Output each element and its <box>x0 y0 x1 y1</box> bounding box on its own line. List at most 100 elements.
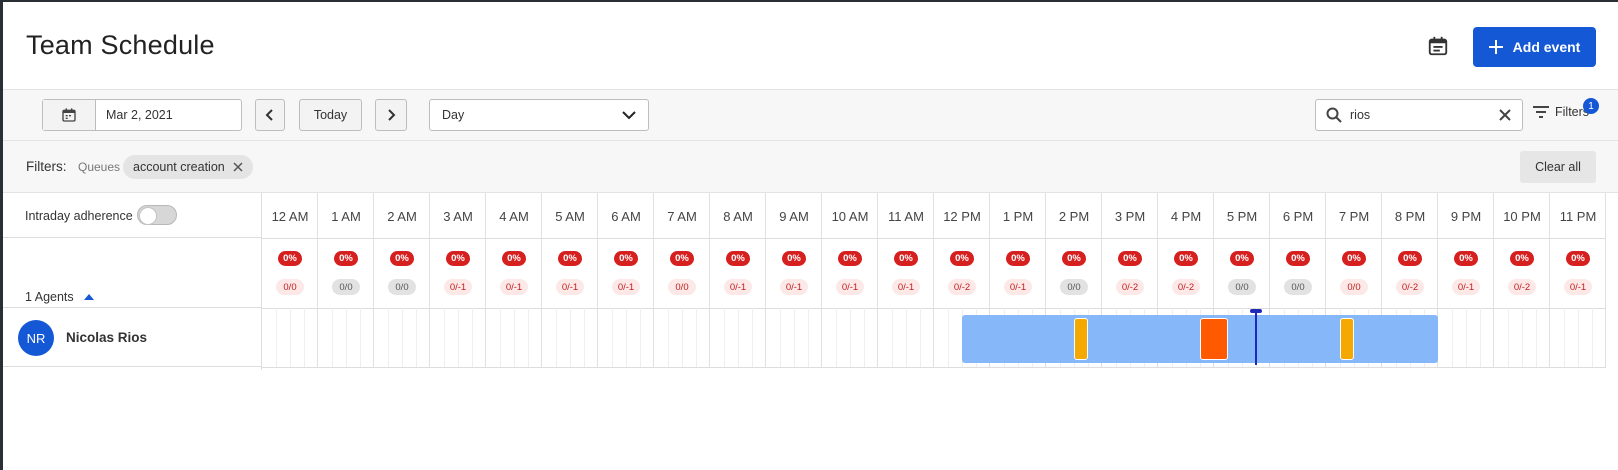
break-block[interactable] <box>1074 318 1088 360</box>
quarter-hour-gridline <box>1466 308 1467 367</box>
hour-label: 2 AM <box>387 209 417 224</box>
staffing-ratio-badge: 0/-1 <box>780 279 808 295</box>
quarter-hour-gridline <box>402 308 403 367</box>
staffing-ratio-badge: 0/-2 <box>1116 279 1144 295</box>
quarter-hour-gridline <box>458 308 459 367</box>
staffing-ratio-badge: 0/-1 <box>1564 279 1592 295</box>
remove-filter-icon[interactable] <box>233 162 243 172</box>
service-level-badge: 0% <box>1174 251 1198 266</box>
service-level-badge: 0% <box>334 251 358 266</box>
staffing-ratio-badge: 0/0 <box>332 279 360 295</box>
search-icon <box>1326 107 1342 123</box>
date-picker[interactable]: Mar 2, 2021 <box>42 99 242 131</box>
hour-label: 1 AM <box>331 209 361 224</box>
quarter-hour-gridline <box>738 308 739 367</box>
filter-chip-label: account creation <box>133 160 225 174</box>
hour-label: 7 AM <box>667 209 697 224</box>
search-input[interactable] <box>1350 108 1480 122</box>
hour-label: 10 PM <box>1503 209 1541 224</box>
previous-day-button[interactable] <box>255 99 285 131</box>
service-level-badge: 0% <box>1454 251 1478 266</box>
service-level-badge: 0% <box>894 251 918 266</box>
staffing-ratio-badge: 0/-2 <box>1172 279 1200 295</box>
service-level-badge: 0% <box>1062 251 1086 266</box>
date-value[interactable]: Mar 2, 2021 <box>96 100 173 130</box>
hour-column: 4 AM 0% 0/-1 <box>486 193 542 367</box>
date-picker-button[interactable] <box>43 100 96 130</box>
hour-column: 10 AM 0% 0/-1 <box>822 193 878 367</box>
view-select[interactable]: Day <box>429 99 649 131</box>
chevron-right-icon <box>388 109 396 121</box>
staffing-ratio-badge: 0/0 <box>1340 279 1368 295</box>
quarter-hour-gridline <box>416 308 417 367</box>
service-level-badge: 0% <box>1006 251 1030 266</box>
adherence-toggle[interactable] <box>137 205 177 225</box>
staffing-ratio-badge: 0/0 <box>276 279 304 295</box>
active-filters-bar: Filters: Queues account creation Clear a… <box>3 141 1618 193</box>
quarter-hour-gridline <box>1536 308 1537 367</box>
hour-label: 3 PM <box>1114 209 1146 224</box>
clear-all-button[interactable]: Clear all <box>1520 151 1596 183</box>
agents-sort-button[interactable]: 1 Agents <box>25 290 94 304</box>
toolbar: Mar 2, 2021 Today Day Filters 1 <box>3 90 1618 141</box>
filter-chip: account creation <box>123 155 253 179</box>
staffing-ratio-badge: 0/-1 <box>556 279 584 295</box>
quarter-hour-gridline <box>290 308 291 367</box>
service-level-badge: 0% <box>558 251 582 266</box>
sort-up-icon <box>83 294 94 300</box>
adherence-row: Intraday adherence <box>3 193 262 238</box>
quarter-hour-gridline <box>682 308 683 367</box>
agent-name[interactable]: Nicolas Rios <box>66 330 147 345</box>
agent-row[interactable]: NR Nicolas Rios <box>3 308 262 367</box>
service-level-badge: 0% <box>390 251 414 266</box>
quarter-hour-gridline <box>528 308 529 367</box>
service-level-badge: 0% <box>1342 251 1366 266</box>
staffing-ratio-badge: 0/0 <box>388 279 416 295</box>
hour-label: 11 PM <box>1559 209 1597 224</box>
quarter-hour-gridline <box>570 308 571 367</box>
hour-column: 10 PM 0% 0/-2 <box>1494 193 1550 367</box>
today-button[interactable]: Today <box>299 99 362 131</box>
quarter-hour-gridline <box>920 308 921 367</box>
quarter-hour-gridline <box>640 308 641 367</box>
page-header: Team Schedule Add event <box>3 2 1618 90</box>
staffing-ratio-badge: 0/-1 <box>1452 279 1480 295</box>
break-block[interactable] <box>1200 318 1228 360</box>
hour-column: 11 AM 0% 0/-1 <box>878 193 934 367</box>
hour-column: 1 AM 0% 0/0 <box>318 193 374 367</box>
clear-search-icon[interactable] <box>1498 108 1512 122</box>
quarter-hour-gridline <box>626 308 627 367</box>
chevron-left-icon <box>265 109 273 121</box>
service-level-badge: 0% <box>1230 251 1254 266</box>
hour-label: 4 AM <box>499 209 529 224</box>
chevron-down-icon <box>622 111 636 120</box>
hour-label: 1 PM <box>1002 209 1034 224</box>
hour-column: 9 AM 0% 0/-1 <box>766 193 822 367</box>
staffing-ratio-badge: 0/-1 <box>724 279 752 295</box>
staffing-ratio-badge: 0/0 <box>1060 279 1088 295</box>
quarter-hour-gridline <box>346 308 347 367</box>
break-block[interactable] <box>1340 318 1354 360</box>
service-level-badge: 0% <box>1118 251 1142 266</box>
service-level-badge: 0% <box>614 251 638 266</box>
staffing-ratio-badge: 0/-1 <box>444 279 472 295</box>
staffing-ratio-badge: 0/-1 <box>1004 279 1032 295</box>
calendar-view-button[interactable] <box>1424 32 1452 60</box>
staffing-ratio-badge: 0/0 <box>1284 279 1312 295</box>
hour-column: 11 PM 0% 0/-1 <box>1550 193 1606 367</box>
quarter-hour-gridline <box>780 308 781 367</box>
service-level-badge: 0% <box>782 251 806 266</box>
quarter-hour-gridline <box>864 308 865 367</box>
service-level-badge: 0% <box>1398 251 1422 266</box>
avatar: NR <box>18 320 54 356</box>
service-level-badge: 0% <box>446 251 470 266</box>
agents-count: 1 Agents <box>25 290 74 304</box>
hour-column: 5 AM 0% 0/-1 <box>542 193 598 367</box>
filters-button[interactable]: Filters <box>1533 105 1589 119</box>
filter-category: Queues <box>78 160 121 174</box>
quarter-hour-gridline <box>892 308 893 367</box>
next-day-button[interactable] <box>375 99 407 131</box>
add-event-button[interactable]: Add event <box>1473 27 1596 67</box>
plus-icon <box>1488 40 1503 54</box>
filters-heading: Filters: <box>26 159 67 174</box>
